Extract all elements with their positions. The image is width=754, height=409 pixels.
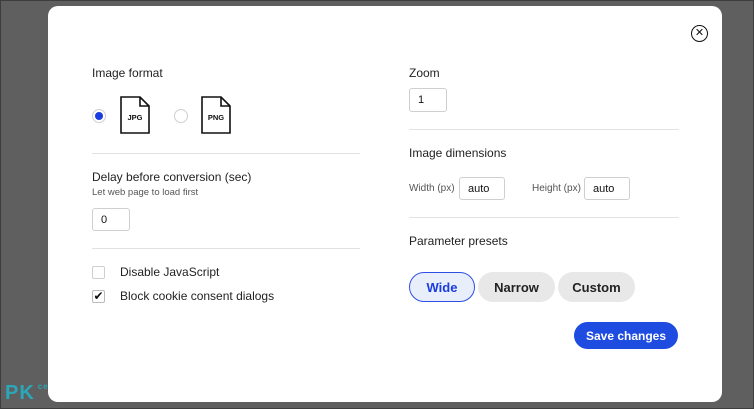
radio-selected-dot — [95, 112, 103, 120]
disable-javascript-label: Disable JavaScript — [120, 265, 220, 279]
watermark-text: PK — [5, 382, 35, 404]
zoom-input[interactable]: 1 — [409, 88, 447, 112]
width-label: Width (px) — [409, 183, 455, 194]
watermark-logo: PK ce — [5, 382, 49, 405]
watermark-suffix: ce — [37, 382, 49, 391]
png-radio[interactable] — [174, 109, 188, 123]
png-file-icon[interactable]: PNG — [201, 96, 231, 134]
width-input[interactable]: auto — [459, 177, 505, 200]
delay-hint: Let web page to load first — [92, 187, 199, 198]
jpg-file-icon[interactable]: JPG — [120, 96, 150, 134]
zoom-label: Zoom — [409, 66, 440, 80]
preset-narrow-button[interactable]: Narrow — [478, 272, 555, 302]
image-dimensions-label: Image dimensions — [409, 146, 507, 160]
block-cookie-checkbox[interactable]: ✔ — [92, 290, 105, 303]
jpg-label: JPG — [127, 113, 143, 122]
parameter-presets-label: Parameter presets — [409, 234, 508, 248]
settings-modal: ✕ Image format JPG PNG Delay before conv… — [48, 6, 722, 402]
divider — [92, 153, 360, 154]
preset-wide-button[interactable]: Wide — [409, 272, 475, 302]
divider — [409, 129, 679, 130]
png-label: PNG — [207, 113, 225, 122]
divider — [409, 217, 679, 218]
close-icon[interactable]: ✕ — [691, 25, 708, 42]
delay-input[interactable]: 0 — [92, 208, 130, 231]
delay-label: Delay before conversion (sec) — [92, 170, 252, 184]
image-format-label: Image format — [92, 66, 163, 80]
save-changes-button[interactable]: Save changes — [574, 322, 678, 349]
height-label: Height (px) — [532, 183, 581, 194]
disable-javascript-checkbox[interactable] — [92, 266, 105, 279]
divider — [92, 248, 360, 249]
jpg-radio[interactable] — [92, 109, 106, 123]
block-cookie-label: Block cookie consent dialogs — [120, 289, 275, 303]
preset-custom-button[interactable]: Custom — [558, 272, 635, 302]
height-input[interactable]: auto — [584, 177, 630, 200]
